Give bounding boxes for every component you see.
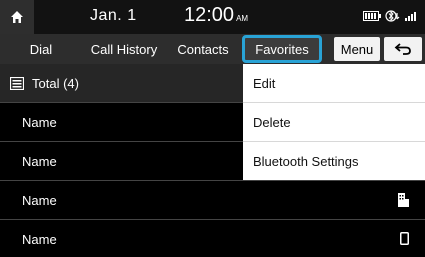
tab-dial[interactable]: Dial [0, 34, 82, 64]
back-button[interactable] [384, 37, 422, 61]
status-time: 12:00 AM [184, 4, 248, 27]
back-icon [394, 43, 411, 55]
contact-name: Name [22, 114, 57, 130]
tab-call-history[interactable]: Call History [82, 34, 166, 64]
status-icons [363, 10, 419, 22]
phone-tab-bar: Dial Call History Contacts Favorites Men… [0, 34, 425, 64]
status-date: Jan. 1 [90, 7, 137, 24]
home-button[interactable] [0, 0, 34, 34]
status-ampm: AM [236, 14, 249, 23]
contact-name: Name [22, 192, 57, 208]
status-bar: Jan. 1 12:00 AM [0, 0, 425, 34]
menu-button[interactable]: Menu [334, 37, 380, 61]
contact-name: Name [22, 231, 57, 247]
tab-favorites[interactable]: Favorites [242, 35, 322, 63]
menu-item-edit[interactable]: Edit [243, 64, 425, 103]
options-menu-popup: Edit Delete Bluetooth Settings [243, 64, 425, 180]
list-icon [10, 76, 24, 90]
contact-name: Name [22, 153, 57, 169]
menu-item-bluetooth-settings[interactable]: Bluetooth Settings [243, 142, 425, 180]
list-item[interactable]: Name [0, 220, 425, 257]
mobile-phone-icon [400, 232, 409, 248]
list-total-label: Total (4) [32, 75, 79, 91]
bluetooth-audio-icon [385, 10, 400, 22]
signal-icon [405, 12, 416, 21]
status-time-value: 12:00 [184, 4, 235, 26]
home-icon [11, 11, 23, 23]
office-phone-icon [398, 193, 409, 210]
menu-item-delete[interactable]: Delete [243, 103, 425, 142]
battery-icon [363, 11, 381, 21]
list-item[interactable]: Name [0, 181, 425, 220]
tab-contacts[interactable]: Contacts [166, 34, 240, 64]
